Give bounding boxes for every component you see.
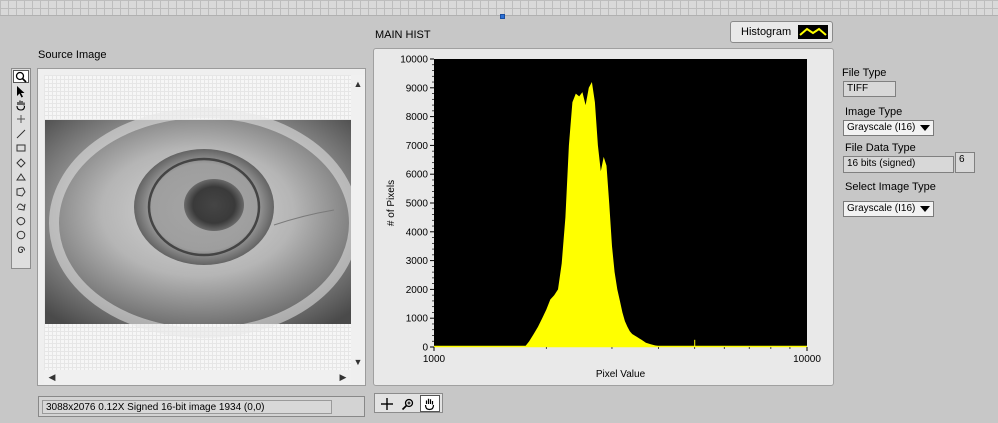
y-tick-label: 5000	[406, 199, 429, 210]
point-tool-icon[interactable]	[13, 112, 29, 125]
block-diagram-grid-strip	[0, 0, 998, 16]
image-status-bar: 3088x2076 0.12X Signed 16-bit image 1934…	[38, 396, 365, 417]
pointer-tool-icon[interactable]	[13, 85, 29, 98]
polygon-tool-icon[interactable]	[13, 185, 29, 198]
scroll-right-icon[interactable]: ▶	[336, 370, 350, 384]
y-axis-label: # of Pixels	[386, 180, 397, 226]
x-tick-label: 1000	[423, 354, 446, 365]
zoom-icon[interactable]	[399, 396, 417, 411]
freehand-tool-icon[interactable]	[13, 199, 29, 212]
y-tick-label: 8000	[406, 112, 429, 123]
scroll-up-icon[interactable]: ▲	[351, 77, 365, 91]
selection-handle[interactable]	[500, 14, 505, 19]
line-tool-icon[interactable]	[13, 127, 29, 140]
histogram-chart: 0100020003000400050006000700080009000100…	[386, 55, 821, 381]
histogram-mode-button[interactable]: Histogram	[730, 21, 833, 43]
file-data-type-code: 6	[955, 152, 975, 173]
histogram-title: MAIN HIST	[375, 29, 431, 41]
spiral-tool-icon[interactable]	[13, 243, 29, 256]
image-type-label: Image Type	[845, 106, 903, 118]
image-canvas[interactable]	[44, 75, 351, 370]
plot-style-icon	[798, 25, 828, 39]
y-tick-label: 0	[422, 343, 428, 354]
pan-tool-icon[interactable]	[13, 98, 29, 111]
annulus-tool-icon[interactable]	[13, 170, 29, 183]
graph-tools-palette	[374, 393, 443, 413]
image-type-dropdown[interactable]: Grayscale (I16)	[843, 120, 934, 136]
y-tick-label: 1000	[406, 314, 429, 325]
oval-tool-icon[interactable]	[13, 228, 29, 241]
y-tick-label: 4000	[406, 227, 429, 238]
rotated-rectangle-tool-icon[interactable]	[13, 156, 29, 169]
pan-icon[interactable]	[420, 395, 440, 412]
rectangle-tool-icon[interactable]	[13, 141, 29, 154]
dropdown-arrow-icon	[920, 125, 930, 131]
file-type-field: TIFF	[843, 81, 896, 97]
image-tool-palette	[11, 68, 31, 269]
x-axis-label: Pixel Value	[596, 369, 646, 380]
scroll-down-icon[interactable]: ▼	[351, 355, 365, 369]
y-tick-label: 9000	[406, 83, 429, 94]
dropdown-arrow-icon	[920, 206, 930, 212]
freehand-region-tool-icon[interactable]	[13, 214, 29, 227]
image-type-value: Grayscale (I16)	[847, 122, 916, 133]
y-tick-label: 10000	[400, 55, 428, 66]
image-horizontal-scrollbar[interactable]: ◀ ▶	[44, 370, 351, 384]
select-image-type-label: Select Image Type	[845, 181, 936, 193]
histogram-graph-panel: 0 1000 2000 3000 4000 5000 6000 7000 8000 9000 100…	[373, 48, 834, 386]
file-data-type-field: 16 bits (signed)	[843, 156, 954, 173]
y-tick-label: 7000	[406, 141, 429, 152]
select-image-type-dropdown[interactable]: Grayscale (I16)	[843, 201, 934, 217]
y-tick-label: 3000	[406, 256, 429, 267]
zoom-tool-icon[interactable]	[13, 70, 29, 83]
scroll-left-icon[interactable]: ◀	[45, 370, 59, 384]
file-type-label: File Type	[842, 67, 887, 79]
crosshair-icon[interactable]	[378, 396, 396, 411]
select-image-type-value: Grayscale (I16)	[847, 203, 916, 214]
y-tick-label: 2000	[406, 285, 429, 296]
x-tick-label: 10000	[793, 354, 821, 365]
y-tick-label: 6000	[406, 170, 429, 181]
file-data-type-label: File Data Type	[845, 142, 916, 154]
grayscale-image-picture	[45, 108, 351, 338]
source-image-label: Source Image	[38, 49, 107, 61]
image-vertical-scrollbar[interactable]: ▲ ▼	[351, 75, 365, 370]
image-info-text: 3088x2076 0.12X Signed 16-bit image 1934…	[42, 400, 332, 414]
histogram-mode-label: Histogram	[741, 26, 792, 38]
